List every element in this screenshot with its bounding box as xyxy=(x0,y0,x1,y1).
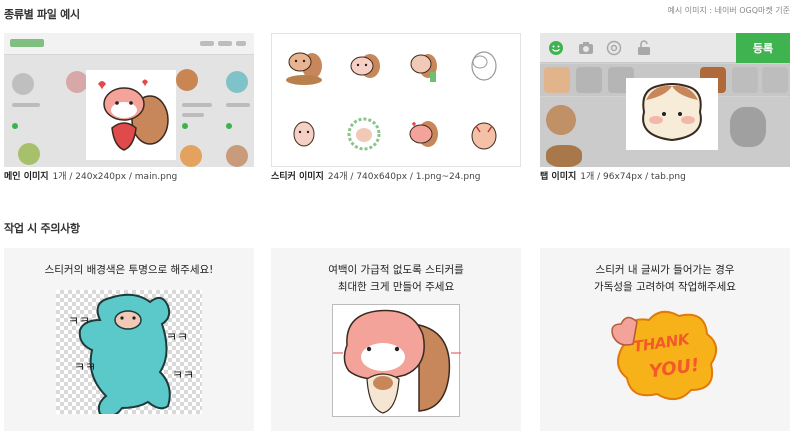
smiley-icon xyxy=(548,40,564,56)
thank-you-sample: THANK YOU! xyxy=(607,310,723,410)
sticker-thumb xyxy=(471,122,497,150)
sticker-thumb xyxy=(409,121,438,147)
squirrel-sticker xyxy=(333,309,461,414)
sticker-thumb xyxy=(176,69,198,91)
sound-text: ㅋㅋ xyxy=(166,330,189,344)
caution-line: 스티커의 배경색은 투명으로 해주세요! xyxy=(44,264,214,276)
sticker-tab xyxy=(762,67,788,93)
caution-line: 가독성을 고려하여 작업해주세요 xyxy=(594,281,736,293)
sticker-thumb xyxy=(12,73,34,95)
sticker-tab xyxy=(732,67,758,93)
sticker-thumb xyxy=(293,121,315,147)
sticker-thumb xyxy=(471,51,497,81)
menu-placeholder xyxy=(236,41,246,46)
caution-line: 스티커 내 글씨가 들어가는 경우 xyxy=(595,264,735,276)
caution-card-transparent-bg: 스티커의 배경색은 투명으로 해주세요! ㅋㅋ ㅋㅋ ㅋㅋ ㅋㅋ xyxy=(4,248,254,431)
caution-card-readability: 스티커 내 글씨가 들어가는 경우 가독성을 고려하여 작업해주세요 THANK… xyxy=(540,248,790,431)
caution-card-minimal-margin: 여백이 가급적 없도록 스티커를 최대한 크게 만들어 주세요 xyxy=(271,248,521,431)
squirrel-tab-sticker xyxy=(642,83,702,142)
caption-label: 메인 이미지 xyxy=(4,172,49,182)
caution-line: 최대한 크게 만들어 주세요 xyxy=(337,281,455,293)
sound-text: ㅋㅋ xyxy=(172,368,195,382)
sticker-thumb xyxy=(286,52,322,85)
market-logo xyxy=(10,39,44,47)
menu-placeholder xyxy=(218,41,232,46)
sticker-image-caption: 스티커 이미지 24개 / 740x640px / 1.png~24.png xyxy=(271,169,481,182)
caption-label: 스티커 이미지 xyxy=(271,172,324,182)
main-sticker-highlight xyxy=(86,70,176,160)
section-title-cautions: 작업 시 주의사항 xyxy=(4,222,80,235)
text-placeholder xyxy=(12,103,40,107)
sticker-thumb xyxy=(730,107,766,147)
transparent-background-sample: ㅋㅋ ㅋㅋ ㅋㅋ ㅋㅋ xyxy=(56,290,202,417)
caption-detail: 1개 / 240x240px / main.png xyxy=(52,172,178,182)
register-button: 등록 xyxy=(736,33,790,63)
sticker-image-example xyxy=(271,33,521,167)
sticker-thumb xyxy=(347,117,381,151)
sticker-tab xyxy=(576,67,602,93)
caption-detail: 24개 / 740x640px / 1.png~24.png xyxy=(327,172,481,182)
text-placeholder xyxy=(226,103,250,107)
sound-text: ㅋㅋ xyxy=(74,360,97,374)
caution-text: 스티커 내 글씨가 들어가는 경우 가독성을 고려하여 작업해주세요 xyxy=(540,262,790,296)
main-image-example xyxy=(4,33,254,167)
source-note: 예시 이미지 : 네이버 OGQ마켓 기준 xyxy=(667,6,790,15)
market-header-mock xyxy=(4,33,254,55)
sticker-thumb xyxy=(410,54,437,82)
sound-text: ㅋㅋ xyxy=(68,314,91,328)
sticker-thumb xyxy=(546,145,582,167)
sticker-thumb xyxy=(66,71,88,93)
at-icon xyxy=(606,40,622,56)
sticker-thumb xyxy=(18,143,40,165)
caution-text: 여백이 가급적 없도록 스티커를 최대한 크게 만들어 주세요 xyxy=(271,262,521,296)
sticker-thumb xyxy=(226,145,248,167)
status-dot xyxy=(12,123,18,129)
text-placeholder xyxy=(182,103,212,107)
tab-image-caption: 탭 이미지 1개 / 96x74px / tab.png xyxy=(540,169,686,182)
sticker-tab xyxy=(544,67,570,93)
bear-sticker xyxy=(78,293,171,417)
caution-line: 여백이 가급적 없도록 스티커를 xyxy=(328,264,464,276)
tab-image-example: 등록 xyxy=(540,33,790,167)
squirrel-heart-sticker xyxy=(98,79,169,151)
sticker-thumb xyxy=(226,71,248,93)
main-image-caption: 메인 이미지 1개 / 240x240px / main.png xyxy=(4,169,177,182)
status-dot xyxy=(226,123,232,129)
sticker-thumb xyxy=(180,145,202,167)
sticker-thumb xyxy=(350,54,380,78)
caution-text: 스티커의 배경색은 투명으로 해주세요! xyxy=(4,262,254,279)
section-title-file-examples: 종류별 파일 예시 xyxy=(4,8,80,21)
caption-detail: 1개 / 96x74px / tab.png xyxy=(580,172,686,182)
sticker-thumb xyxy=(546,105,576,135)
status-dot xyxy=(182,123,188,129)
menu-placeholder xyxy=(200,41,214,46)
tab-sticker-highlight xyxy=(626,78,718,150)
camera-icon xyxy=(578,40,594,56)
text-placeholder xyxy=(182,113,204,117)
sticker-tab-bar: 등록 xyxy=(540,33,790,63)
caption-label: 탭 이미지 xyxy=(540,172,577,182)
lock-icon xyxy=(636,40,652,56)
canvas-frame-sample xyxy=(332,304,461,417)
